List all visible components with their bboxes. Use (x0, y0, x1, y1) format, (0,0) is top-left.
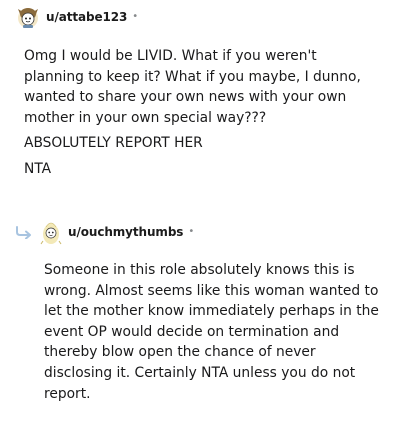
comment-header: u/ouchmythumbs • (14, 218, 194, 246)
reply-arrow-icon (16, 226, 31, 239)
username[interactable]: u/ouchmythumbs (68, 225, 183, 239)
comment-paragraph: Someone in this role absolutely knows th… (44, 262, 379, 402)
username[interactable]: u/attabe123 (46, 10, 127, 24)
comment-header: u/attabe123 • (16, 3, 138, 31)
snoo-avatar-icon[interactable] (40, 219, 62, 245)
comment-paragraph: ABSOLUTELY REPORT HER (24, 135, 203, 152)
snoo-avatar-icon[interactable] (16, 5, 40, 29)
separator-dot: • (132, 10, 139, 22)
comment-paragraph: Omg I would be LIVID. What if you weren'… (24, 48, 361, 126)
comment-body: Someone in this role absolutely knows th… (44, 260, 380, 409)
comment-body: Omg I would be LIVID. What if you weren'… (24, 46, 380, 185)
comment-paragraph: NTA (24, 160, 52, 177)
separator-dot: • (188, 225, 195, 237)
